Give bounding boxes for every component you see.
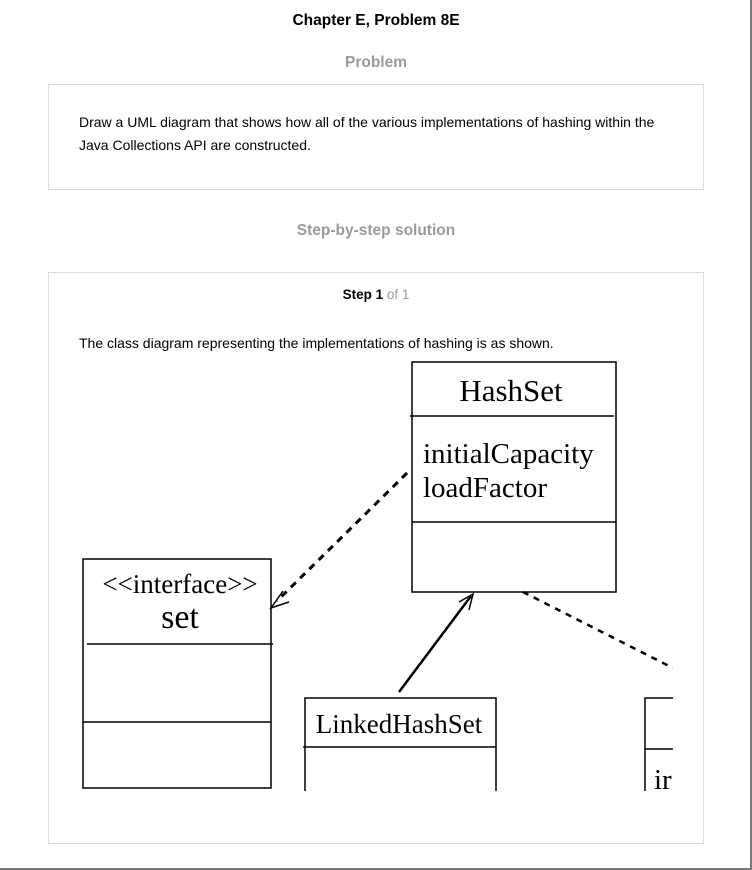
step-label: Step 1 of 1 (49, 287, 703, 302)
set-name: set (161, 599, 199, 636)
realization-line (275, 471, 409, 603)
hashset-attr-load-factor: loadFactor (423, 472, 547, 504)
problem-box: Draw a UML diagram that shows how all of… (48, 84, 704, 190)
solution-box: Step 1 of 1 The class diagram representi… (48, 272, 704, 844)
set-interface: <<interface>> set (82, 558, 273, 789)
inheritance-arrow (398, 592, 475, 693)
page-title: Chapter E, Problem 8E (292, 12, 460, 29)
realization-arrow (269, 471, 409, 610)
uml-diagram: HashSet initialCapacity loadFactor <<int… (79, 359, 674, 796)
hashset-name: HashSet (459, 373, 563, 408)
hashset-attr-initial-capacity: initialCapacity (423, 438, 594, 470)
partial-class: ir (644, 697, 673, 796)
solution-heading: Step-by-step solution (296, 222, 456, 239)
dashed-link-right (522, 590, 674, 670)
step-number: Step 1 (342, 287, 384, 302)
step-text: The class diagram representing the imple… (79, 335, 554, 351)
set-stereotype: <<interface>> (102, 569, 257, 599)
uml-diagram-svg: HashSet initialCapacity loadFactor <<int… (82, 361, 674, 796)
partial-class-attr: ir (654, 764, 672, 791)
linkedhashset-name: LinkedHashSet (316, 709, 483, 739)
problem-heading: Problem (344, 54, 407, 71)
step-total: of 1 (386, 287, 410, 302)
hashset-class: HashSet initialCapacity loadFactor (410, 361, 617, 593)
inheritance-line (398, 595, 472, 693)
problem-text: Draw a UML diagram that shows how all of… (79, 114, 655, 153)
linkedhashset-class: LinkedHashSet (303, 697, 497, 791)
